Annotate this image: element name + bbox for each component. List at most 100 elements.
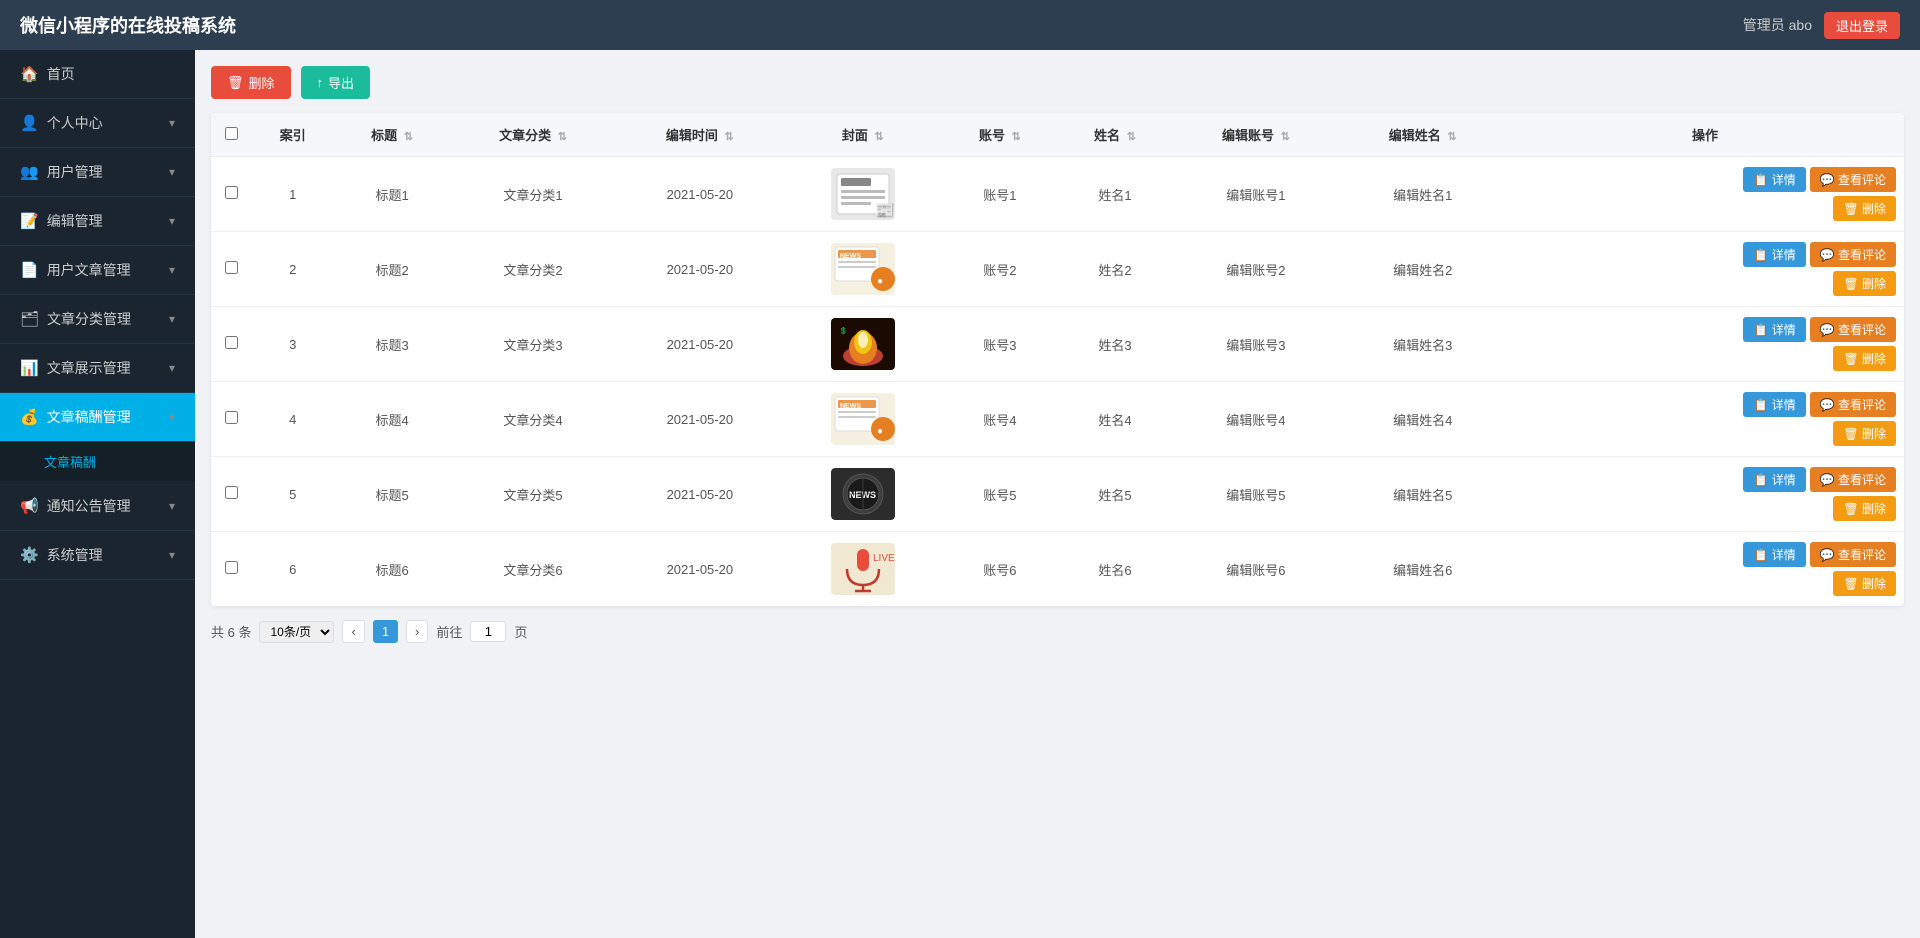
delete-button-3[interactable]: 🗑 删除 <box>1833 421 1896 446</box>
col-editor-name[interactable]: 编辑姓名 ⇅ <box>1339 113 1506 157</box>
row-checkbox-5[interactable] <box>225 561 238 574</box>
col-select <box>211 113 251 157</box>
cell-cover-5: LIVE <box>783 532 942 607</box>
detail-button-0[interactable]: 📋 详情 <box>1743 167 1805 192</box>
page-size-select[interactable]: 10条/页 20条/页 50条/页 <box>259 621 334 643</box>
chevron-down-icon: ▾ <box>169 548 175 562</box>
col-title[interactable]: 标题 ⇅ <box>335 113 450 157</box>
cell-action-0: 📋 详情 💬 查看评论 🗑 删除 <box>1506 157 1904 232</box>
cell-category-1: 文章分类2 <box>450 232 617 307</box>
detail-button-4[interactable]: 📋 详情 <box>1743 467 1805 492</box>
prev-page-button[interactable]: ‹ <box>342 620 364 643</box>
chevron-down-icon: ▾ <box>169 214 175 228</box>
page-text: 页 <box>514 622 527 641</box>
sidebar-item-system[interactable]: ⚙️ 系统管理 ▾ <box>0 531 195 580</box>
detail-button-3[interactable]: 📋 详情 <box>1743 392 1805 417</box>
cell-editor-name-5: 编辑姓名6 <box>1339 532 1506 607</box>
cell-editor-account-1: 编辑账号2 <box>1173 232 1340 307</box>
sidebar-item-home[interactable]: 🏠 首页 <box>0 50 195 99</box>
sidebar-item-user-article[interactable]: 📄 用户文章管理 ▾ <box>0 246 195 295</box>
delete-button-2[interactable]: 🗑 删除 <box>1833 346 1896 371</box>
sort-icon-edit-time: ⇅ <box>725 131 734 143</box>
cell-category-3: 文章分类4 <box>450 382 617 457</box>
col-name[interactable]: 姓名 ⇅ <box>1057 113 1172 157</box>
sidebar-label-notice: 通知公告管理 <box>47 496 131 516</box>
cell-name-4: 姓名5 <box>1057 457 1172 532</box>
sidebar-item-user-mgmt[interactable]: 👥 用户管理 ▾ <box>0 148 195 197</box>
detail-button-5[interactable]: 📋 详情 <box>1743 542 1805 567</box>
col-cover[interactable]: 封面 ⇅ <box>783 113 942 157</box>
logout-button[interactable]: 退出登录 <box>1824 12 1900 39</box>
detail-button-1[interactable]: 📋 详情 <box>1743 242 1805 267</box>
cell-select-5 <box>211 532 251 607</box>
goto-page-input[interactable] <box>470 621 506 642</box>
cell-cover-1: NEWS ● <box>783 232 942 307</box>
display-icon: 📊 <box>20 359 39 377</box>
cell-index-4: 5 <box>251 457 335 532</box>
toolbar: 🗑 删除 ↑ 导出 <box>211 66 1904 99</box>
comment-button-5[interactable]: 💬 查看评论 <box>1810 542 1896 567</box>
row-checkbox-3[interactable] <box>225 411 238 424</box>
cell-editor-account-5: 编辑账号6 <box>1173 532 1340 607</box>
sidebar-label-user-article: 用户文章管理 <box>47 260 131 280</box>
detail-button-2[interactable]: 📋 详情 <box>1743 317 1805 342</box>
page-1-button[interactable]: 1 <box>373 620 398 643</box>
cell-name-5: 姓名6 <box>1057 532 1172 607</box>
comment-button-3[interactable]: 💬 查看评论 <box>1810 392 1896 417</box>
batch-delete-button[interactable]: 🗑 删除 <box>211 66 291 99</box>
cell-editor-name-2: 编辑姓名3 <box>1339 307 1506 382</box>
cell-index-0: 1 <box>251 157 335 232</box>
col-category[interactable]: 文章分类 ⇅ <box>450 113 617 157</box>
svg-text:NEWS: NEWS <box>840 253 861 260</box>
row-checkbox-0[interactable] <box>225 186 238 199</box>
cell-account-0: 账号1 <box>942 157 1057 232</box>
col-action: 操作 <box>1506 113 1904 157</box>
sidebar-item-editor-mgmt[interactable]: 📝 编辑管理 ▾ <box>0 197 195 246</box>
cell-editor-name-1: 编辑姓名2 <box>1339 232 1506 307</box>
sidebar-label-home: 首页 <box>47 64 75 84</box>
delete-button-1[interactable]: 🗑 删除 <box>1833 271 1896 296</box>
comment-button-0[interactable]: 💬 查看评论 <box>1810 167 1896 192</box>
next-page-button[interactable]: › <box>406 620 428 643</box>
col-account[interactable]: 账号 ⇅ <box>942 113 1057 157</box>
cell-account-2: 账号3 <box>942 307 1057 382</box>
row-checkbox-1[interactable] <box>225 261 238 274</box>
delete-button-4[interactable]: 🗑 删除 <box>1833 496 1896 521</box>
comment-button-1[interactable]: 💬 查看评论 <box>1810 242 1896 267</box>
row-checkbox-2[interactable] <box>225 336 238 349</box>
sort-icon-title: ⇅ <box>404 131 413 143</box>
table-row: 5 标题5 文章分类5 2021-05-20 NEWS 账号5 姓名5 编辑账号… <box>211 457 1904 532</box>
chevron-down-icon: ▾ <box>169 361 175 375</box>
header-right: 管理员 abo 退出登录 <box>1743 12 1900 39</box>
cell-category-2: 文章分类3 <box>450 307 617 382</box>
chevron-down-icon: ▾ <box>169 165 175 179</box>
row-checkbox-4[interactable] <box>225 486 238 499</box>
col-index: 案引 <box>251 113 335 157</box>
delete-button-0[interactable]: 🗑 删除 <box>1833 196 1896 221</box>
cell-select-1 <box>211 232 251 307</box>
cell-index-1: 2 <box>251 232 335 307</box>
delete-button-5[interactable]: 🗑 删除 <box>1833 571 1896 596</box>
table-row: 6 标题6 文章分类6 2021-05-20 LIVE 账号6 姓名6 编辑账号… <box>211 532 1904 607</box>
sort-icon-category: ⇅ <box>558 131 567 143</box>
cell-select-0 <box>211 157 251 232</box>
cell-cover-0: 📰 <box>783 157 942 232</box>
export-button[interactable]: ↑ 导出 <box>301 66 371 99</box>
col-editor-account[interactable]: 编辑账号 ⇅ <box>1173 113 1340 157</box>
sidebar-item-profile[interactable]: 👤 个人中心 ▾ <box>0 99 195 148</box>
article-icon: 📄 <box>20 261 39 279</box>
col-edit-time[interactable]: 编辑时间 ⇅ <box>616 113 783 157</box>
comment-button-4[interactable]: 💬 查看评论 <box>1810 467 1896 492</box>
sidebar-item-notice[interactable]: 📢 通知公告管理 ▾ <box>0 482 195 531</box>
cell-select-2 <box>211 307 251 382</box>
sidebar-item-article-display[interactable]: 📊 文章展示管理 ▾ <box>0 344 195 393</box>
cell-account-3: 账号4 <box>942 382 1057 457</box>
comment-button-2[interactable]: 💬 查看评论 <box>1810 317 1896 342</box>
chevron-down-icon: ▾ <box>169 263 175 277</box>
sidebar-sub-item-article-reward[interactable]: 文章稿酬 <box>0 442 195 482</box>
sidebar-item-article-reward[interactable]: 💰 文章稿酬管理 ▾ <box>0 393 195 442</box>
main-content: 🗑 删除 ↑ 导出 案引 <box>195 50 1920 938</box>
select-all-checkbox[interactable] <box>225 127 238 140</box>
sidebar-sub-reward: 文章稿酬 <box>0 442 195 482</box>
sidebar-item-article-category[interactable]: 🗂 文章分类管理 ▾ <box>0 295 195 344</box>
